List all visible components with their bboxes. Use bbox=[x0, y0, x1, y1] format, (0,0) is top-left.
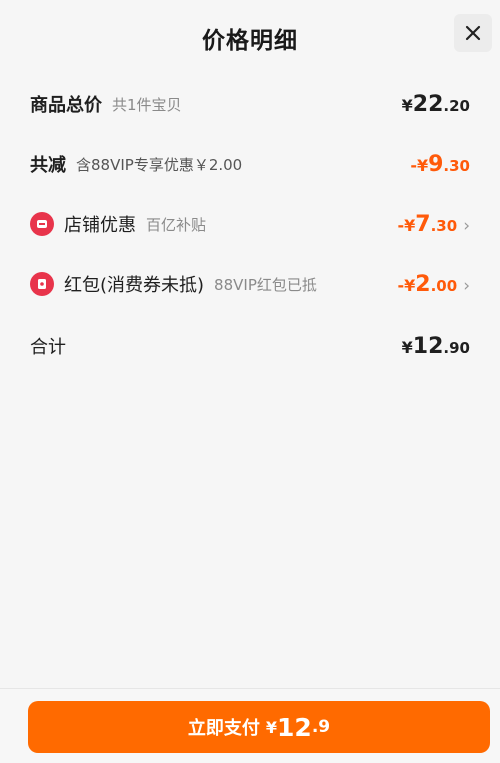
footer-bar: 立即支付 ¥12.9 bbox=[0, 688, 500, 763]
store-discount-note: 百亿补贴 bbox=[146, 215, 207, 234]
total-price: ¥12.90 bbox=[401, 333, 470, 359]
reduction-price: -¥ 9.30 bbox=[410, 151, 470, 177]
pay-now-label: 立即支付 bbox=[187, 718, 260, 739]
close-icon bbox=[465, 25, 481, 41]
item-count: 共1件宝贝 bbox=[112, 95, 182, 114]
subtotal-row: 商品总价 共1件宝贝 ¥22.20 bbox=[30, 84, 470, 124]
page-title: 价格明细 bbox=[202, 28, 298, 54]
store-discount-label: 店铺优惠 bbox=[64, 215, 136, 236]
close-button[interactable] bbox=[454, 14, 492, 52]
store-discount-row[interactable]: 店铺优惠 百亿补贴 -¥ 7.30 › bbox=[30, 204, 470, 244]
store-discount-price: -¥ 7.30 bbox=[397, 211, 458, 237]
store-discount-icon bbox=[30, 212, 54, 236]
chevron-right-icon[interactable]: › bbox=[463, 276, 470, 296]
reduction-label: 共减 bbox=[30, 155, 66, 176]
total-label: 合计 bbox=[30, 337, 66, 358]
reduction-note: 含88VIP专享优惠￥2.00 bbox=[76, 155, 243, 174]
subtotal-price: ¥22.20 bbox=[401, 91, 470, 117]
pay-now-button[interactable]: 立即支付 ¥12.9 bbox=[28, 701, 490, 753]
header: 价格明细 bbox=[0, 0, 500, 76]
red-packet-note: 88VIP红包已抵 bbox=[214, 275, 317, 294]
pay-amount-sign: ¥ bbox=[265, 717, 278, 737]
red-packet-price: -¥ 2.00 bbox=[397, 271, 458, 297]
total-row: 合计 ¥12.90 bbox=[30, 326, 470, 366]
reduction-row: 共减 含88VIP专享优惠￥2.00 -¥ 9.30 bbox=[30, 144, 470, 184]
pay-amount-dec: .9 bbox=[311, 717, 331, 737]
red-packet-icon bbox=[30, 272, 54, 296]
red-packet-row[interactable]: 红包(消费券未抵) 88VIP红包已抵 -¥ 2.00 › bbox=[30, 264, 470, 304]
pay-amount-int: 12 bbox=[277, 712, 312, 742]
red-packet-label: 红包(消费券未抵) bbox=[64, 275, 205, 296]
subtotal-label: 商品总价 bbox=[30, 95, 102, 116]
chevron-right-icon[interactable]: › bbox=[463, 216, 470, 236]
